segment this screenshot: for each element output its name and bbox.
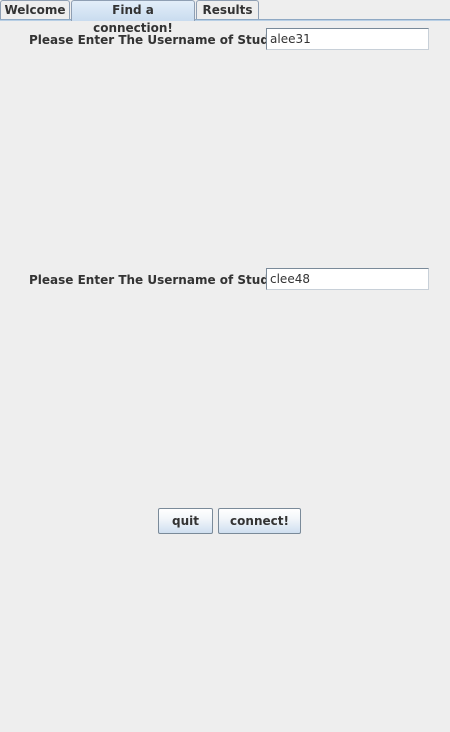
student1-username-field[interactable] (266, 28, 429, 50)
tab-divider (0, 19, 450, 21)
tab-strip: Welcome Find a connection! Results (0, 0, 450, 35)
tab-welcome[interactable]: Welcome (0, 0, 70, 20)
student2-username-field[interactable] (266, 268, 429, 290)
quit-button[interactable]: quit (158, 508, 213, 534)
tab-results[interactable]: Results (196, 0, 259, 20)
tab-find-a-connection[interactable]: Find a connection! (71, 0, 195, 35)
connect-button[interactable]: connect! (218, 508, 301, 534)
